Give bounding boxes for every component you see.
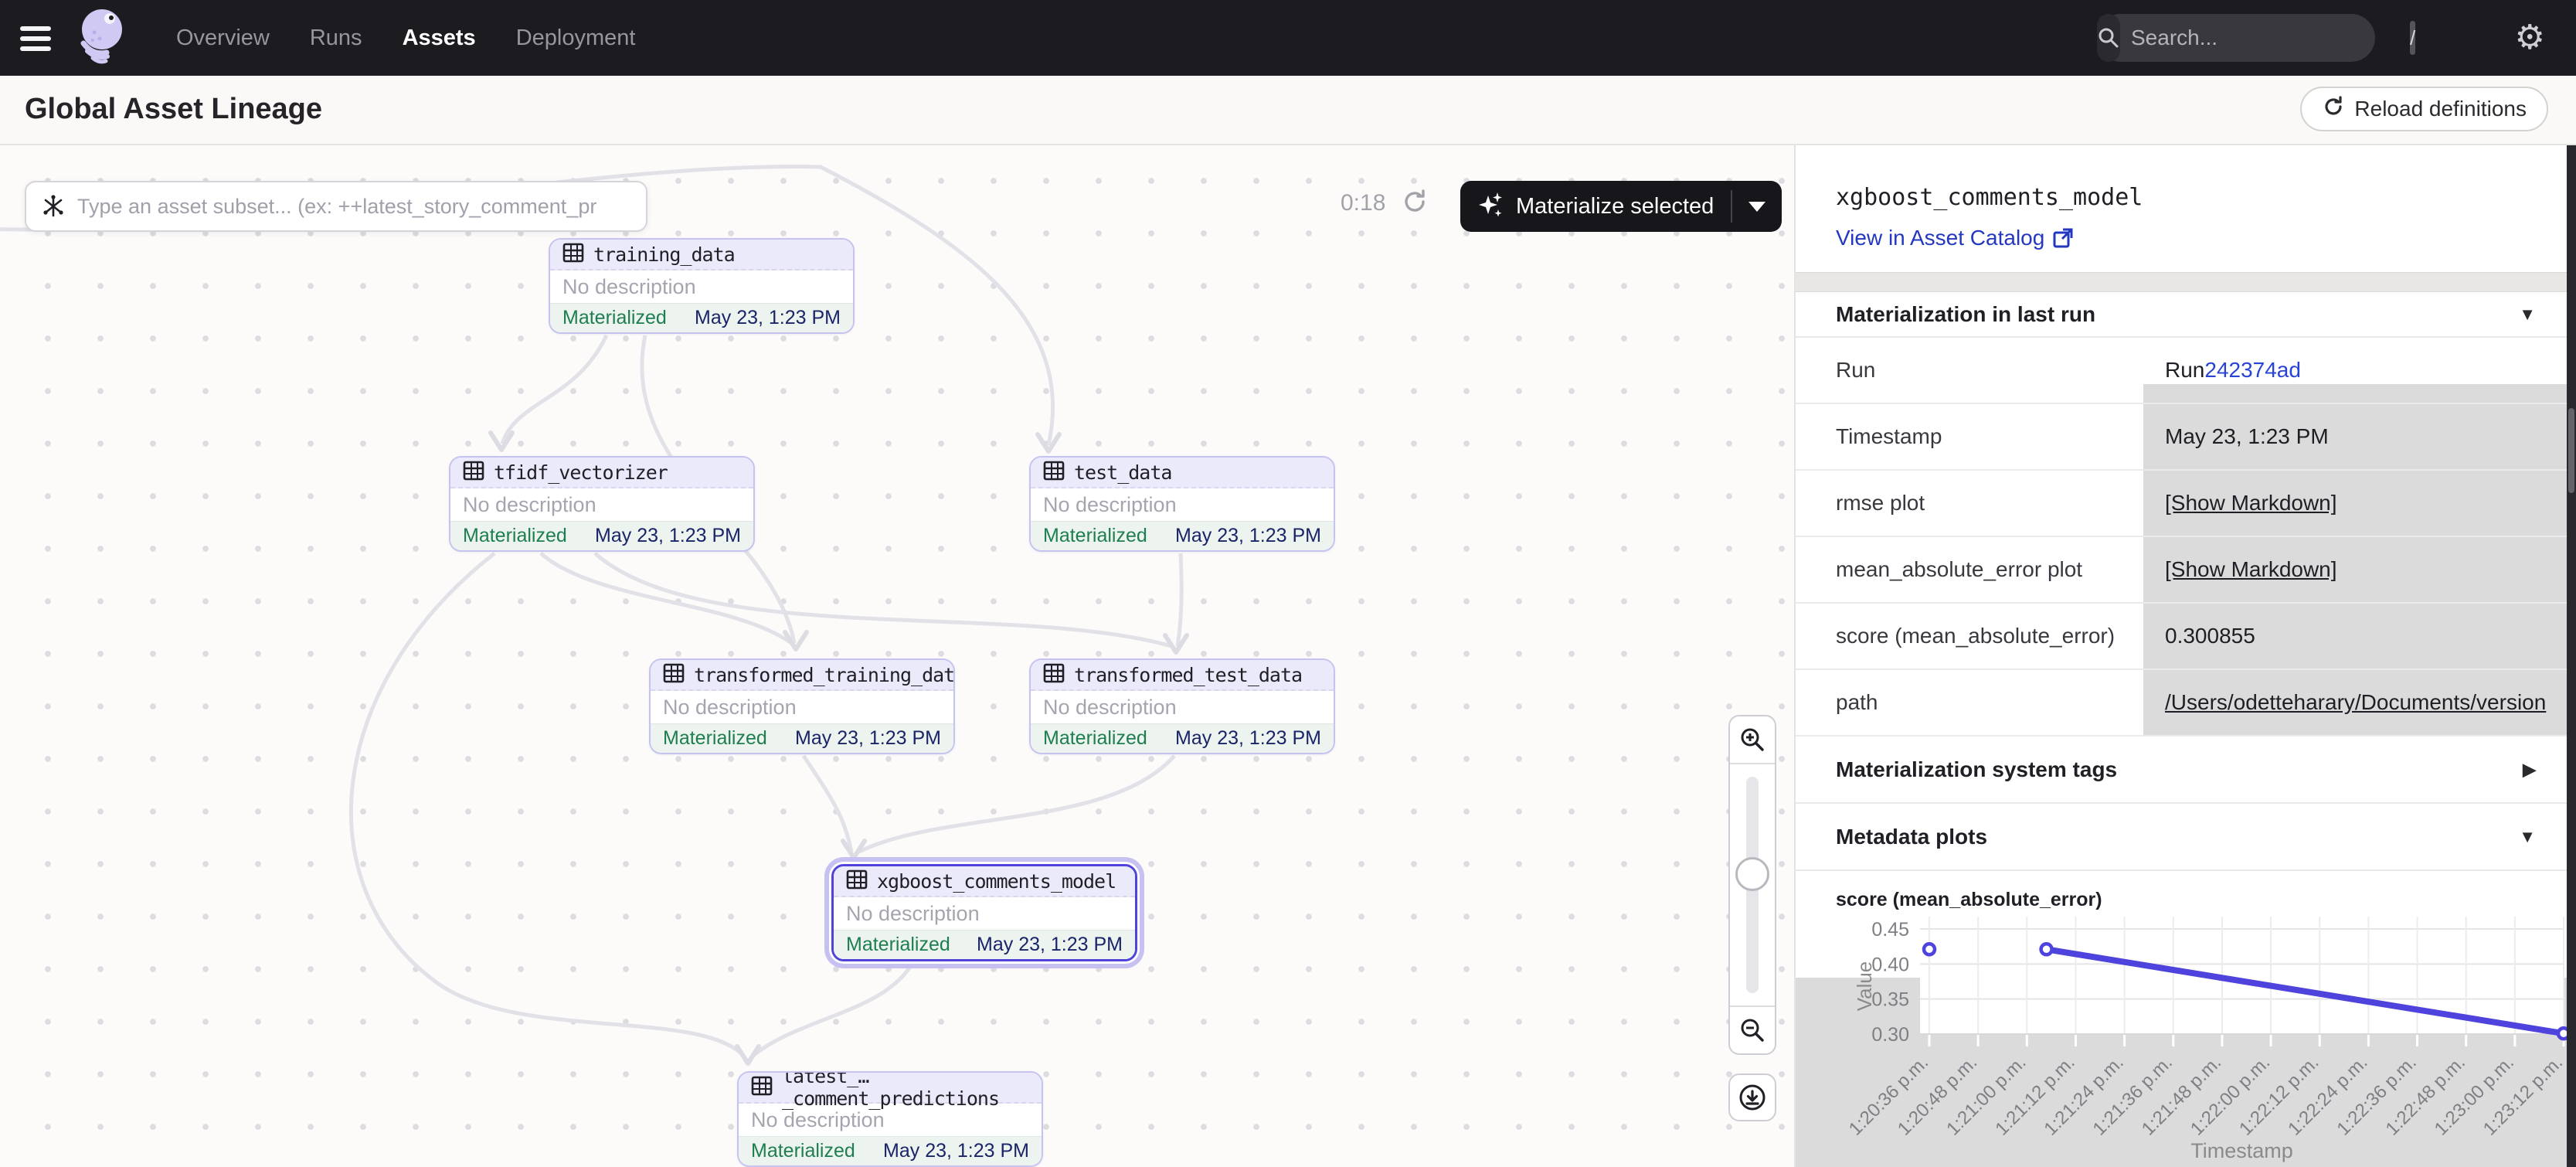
materialization-time: May 23, 1:23 PM [1175, 727, 1321, 750]
global-search[interactable]: / [2097, 14, 2375, 62]
download-icon [1737, 1082, 1768, 1113]
asset-subset-icon [40, 193, 66, 219]
status-badge: Materialized [1043, 727, 1147, 750]
svg-text:Timestamp: Timestamp [2190, 1139, 2293, 1162]
materialization-time: May 23, 1:23 PM [595, 525, 741, 547]
asset-node-tfidf-vectorizer[interactable]: tfidf_vectorizer No description Material… [449, 456, 755, 552]
node-description: No description [450, 488, 753, 521]
refresh-icon[interactable] [1400, 187, 1429, 220]
materialize-dropdown-caret[interactable] [1732, 202, 1782, 212]
svg-text:Value: Value [1853, 961, 1876, 1012]
refresh-countdown: 0:18 [1341, 190, 1385, 216]
status-badge: Materialized [663, 727, 767, 750]
asset-node-training-data[interactable]: training_data No description Materialize… [549, 238, 855, 334]
table-icon [562, 242, 584, 267]
top-nav: Overview Runs Assets Deployment / ⚙︎ [0, 0, 2576, 76]
panel-divider-band [1796, 272, 2576, 292]
zoom-slider-handle[interactable] [1735, 857, 1769, 891]
asset-node-latest-comment-predictions[interactable]: latest_…_comment_predictions No descript… [737, 1071, 1043, 1167]
external-link-icon [2052, 227, 2074, 249]
status-badge: Materialized [846, 934, 950, 956]
search-input[interactable] [2120, 26, 2410, 50]
asset-details-panel: xgboost_comments_model View in Asset Cat… [1794, 145, 2576, 1167]
page-title: Global Asset Lineage [25, 93, 322, 126]
svg-text:0.30: 0.30 [1871, 1024, 1909, 1046]
settings-gear-icon[interactable]: ⚙︎ [2515, 17, 2545, 59]
dagster-logo[interactable] [74, 6, 130, 72]
zoom-in-button[interactable] [1730, 716, 1775, 763]
asset-subset-filter[interactable] [25, 181, 647, 232]
asset-title: xgboost_comments_model [1836, 184, 2143, 211]
node-description: No description [550, 270, 853, 303]
page-header: Global Asset Lineage Reload definitions [0, 76, 2576, 145]
asset-node-transformed-training-data[interactable]: transformed_training_data No description… [649, 658, 955, 754]
asset-lineage-graph[interactable]: training_data No description Materialize… [0, 145, 1794, 1167]
reload-icon [2322, 95, 2345, 124]
svg-text:0.35: 0.35 [1871, 989, 1909, 1011]
show-markdown-link[interactable]: [Show Markdown] [2165, 491, 2337, 515]
svg-text:0.40: 0.40 [1871, 954, 1909, 975]
download-graph-button[interactable] [1728, 1073, 1776, 1121]
status-badge: Materialized [463, 525, 567, 547]
nav-item-assets[interactable]: Assets [403, 26, 476, 51]
asset-node-xgboost-comments-model[interactable]: xgboost_comments_model No description Ma… [831, 864, 1137, 961]
status-badge: Materialized [751, 1140, 855, 1162]
reload-definitions-button[interactable]: Reload definitions [2300, 87, 2548, 131]
node-description: No description [834, 897, 1135, 930]
nav-item-overview[interactable]: Overview [176, 26, 270, 51]
table-icon [463, 460, 484, 485]
materialization-time: May 23, 1:23 PM [695, 307, 841, 329]
zoom-controls [1728, 715, 1776, 1055]
zoom-slider[interactable] [1730, 763, 1775, 1007]
materialization-time: May 23, 1:23 PM [1175, 525, 1321, 547]
status-badge: Materialized [562, 307, 667, 329]
zoom-out-button[interactable] [1730, 1007, 1775, 1053]
score-line-chart: 0.450.400.350.301:20:36 p.m.1:20:48 p.m.… [1796, 912, 2576, 1167]
sparkle-icon [1477, 191, 1505, 223]
node-description: No description [1031, 691, 1334, 723]
nav-item-deployment[interactable]: Deployment [516, 26, 636, 51]
section-materialization-last-run[interactable]: Materialization in last run ▼ [1796, 292, 2576, 338]
search-shortcut-badge: / [2410, 21, 2415, 55]
asset-node-transformed-test-data[interactable]: transformed_test_data No description Mat… [1029, 658, 1335, 754]
metadata-row-run: Run Run 242374ad [1796, 338, 2576, 404]
metadata-row-mae-plot: mean_absolute_error plot [Show Markdown] [1796, 537, 2576, 604]
svg-text:0.45: 0.45 [1871, 919, 1909, 941]
metadata-row-path: path /Users/odetteharary/Documents/versi… [1796, 670, 2576, 737]
materialization-time: May 23, 1:23 PM [977, 934, 1123, 956]
table-icon [663, 662, 685, 688]
asset-subset-input[interactable] [66, 195, 646, 219]
materialization-time: May 23, 1:23 PM [795, 727, 941, 750]
view-in-asset-catalog-link[interactable]: View in Asset Catalog [1836, 226, 2074, 250]
chart-title: score (mean_absolute_error) [1836, 889, 2102, 911]
lineage-edges [0, 145, 1794, 1167]
materialization-time: May 23, 1:23 PM [883, 1140, 1029, 1162]
section-metadata-plots[interactable]: Metadata plots ▼ [1796, 804, 2576, 871]
nav-item-runs[interactable]: Runs [310, 26, 362, 51]
table-icon [846, 869, 868, 894]
table-icon [751, 1075, 773, 1101]
hamburger-menu-icon[interactable] [20, 22, 54, 56]
section-materialization-system-tags[interactable]: Materialization system tags ▶ [1796, 737, 2576, 804]
show-markdown-link[interactable]: [Show Markdown] [2165, 557, 2337, 582]
table-icon [1043, 460, 1065, 485]
node-description: No description [1031, 488, 1334, 521]
chevron-down-icon: ▼ [2519, 827, 2536, 847]
asset-node-test-data[interactable]: test_data No description MaterializedMay… [1029, 456, 1335, 552]
search-icon [2097, 14, 2120, 62]
run-id-link[interactable]: 242374ad [2204, 358, 2301, 383]
metadata-row-rmse-plot: rmse plot [Show Markdown] [1796, 471, 2576, 537]
chevron-right-icon: ▶ [2523, 760, 2536, 780]
metadata-row-score: score (mean_absolute_error) 0.300855 [1796, 604, 2576, 670]
node-description: No description [651, 691, 953, 723]
path-link[interactable]: /Users/odetteharary/Documents/version [2165, 690, 2546, 715]
metadata-row-timestamp: Timestamp May 23, 1:23 PM [1796, 404, 2576, 471]
scrollbar-thumb[interactable] [2568, 408, 2574, 493]
nav-links: Overview Runs Assets Deployment [176, 0, 635, 76]
materialize-selected-button[interactable]: Materialize selected [1460, 181, 1782, 232]
window-edge-scrollbar[interactable] [2567, 145, 2576, 1167]
status-badge: Materialized [1043, 525, 1147, 547]
table-icon [1043, 662, 1065, 688]
chevron-down-icon: ▼ [2519, 305, 2536, 325]
